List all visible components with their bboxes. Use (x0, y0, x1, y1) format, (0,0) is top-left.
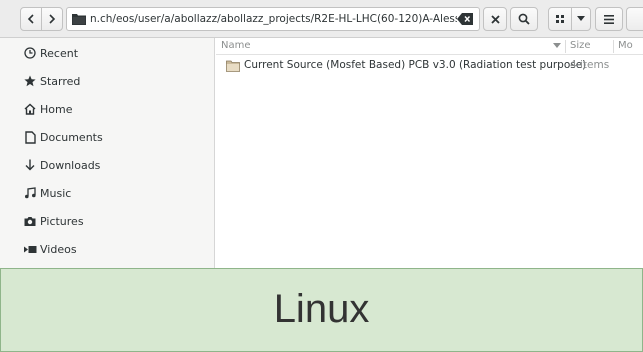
sidebar-item-music[interactable]: Music (0, 180, 214, 206)
document-icon (23, 130, 37, 144)
hamburger-menu-icon (604, 14, 614, 24)
sidebar-item-label: Downloads (40, 158, 101, 172)
chevron-down-icon (577, 16, 585, 21)
location-path[interactable]: n.ch/eos/user/a/abollazz/abollazz_projec… (90, 13, 457, 25)
folder-icon (72, 14, 86, 25)
location-bar[interactable]: n.ch/eos/user/a/abollazz/abollazz_projec… (66, 7, 480, 31)
column-header: Name Size Mo (216, 38, 643, 55)
sidebar-item-recent[interactable]: Recent (0, 40, 214, 66)
sidebar-item-documents[interactable]: Documents (0, 124, 214, 150)
sidebar-item-label: Recent (40, 46, 79, 60)
sidebar-item-label: Starred (40, 74, 81, 88)
os-label-banner: Linux (0, 268, 643, 352)
banner-label: Linux (273, 286, 370, 331)
column-name-header[interactable]: Name (221, 40, 251, 51)
sidebar-item-videos[interactable]: Videos (0, 236, 214, 262)
list-item[interactable]: Current Source (Mosfet Based) PCB v3.0 (… (216, 57, 643, 75)
clock-icon (23, 46, 37, 60)
sidebar-item-starred[interactable]: Starred (0, 68, 214, 94)
sidebar-item-downloads[interactable]: Downloads (0, 152, 214, 178)
file-size: 4 items (570, 59, 610, 71)
places-sidebar: Recent Starred Home Documents Downloads … (0, 38, 215, 268)
main-menu-button[interactable] (595, 7, 623, 31)
column-divider[interactable] (613, 40, 614, 53)
file-name: Current Source (Mosfet Based) PCB v3.0 (… (244, 59, 587, 71)
file-list: Name Size Mo Current Source (Mosfet Base… (216, 38, 643, 268)
star-icon (23, 74, 37, 88)
folder-icon (226, 60, 240, 72)
sidebar-item-label: Music (40, 186, 72, 200)
close-location-button[interactable] (483, 7, 507, 31)
search-icon (518, 13, 530, 25)
backspace-icon[interactable] (457, 13, 473, 25)
music-icon (23, 186, 37, 200)
sidebar-item-label: Home (40, 102, 73, 116)
camera-icon (23, 214, 37, 228)
forward-button[interactable] (41, 7, 63, 31)
back-button[interactable] (20, 7, 42, 31)
download-icon (23, 158, 37, 172)
sidebar-item-label: Pictures (40, 214, 84, 228)
sidebar-item-label: Videos (40, 242, 77, 256)
view-options-button[interactable] (571, 7, 591, 31)
sidebar-item-home[interactable]: Home (0, 96, 214, 122)
video-icon (23, 242, 37, 256)
grid-view-icon (556, 15, 564, 23)
sidebar-item-label: Documents (40, 130, 103, 144)
sort-descending-icon (553, 43, 561, 48)
view-mode-button[interactable] (548, 7, 572, 31)
overflow-button[interactable] (626, 7, 643, 31)
column-divider[interactable] (565, 40, 566, 53)
sidebar-item-pictures[interactable]: Pictures (0, 208, 214, 234)
column-modified-header[interactable]: Mo (618, 40, 633, 51)
chevron-right-icon (49, 14, 56, 24)
close-icon (490, 14, 500, 24)
header-bar: n.ch/eos/user/a/abollazz/abollazz_projec… (0, 0, 643, 38)
home-icon (23, 102, 37, 116)
column-size-header[interactable]: Size (570, 40, 591, 51)
search-button[interactable] (510, 7, 538, 31)
chevron-left-icon (27, 14, 34, 24)
